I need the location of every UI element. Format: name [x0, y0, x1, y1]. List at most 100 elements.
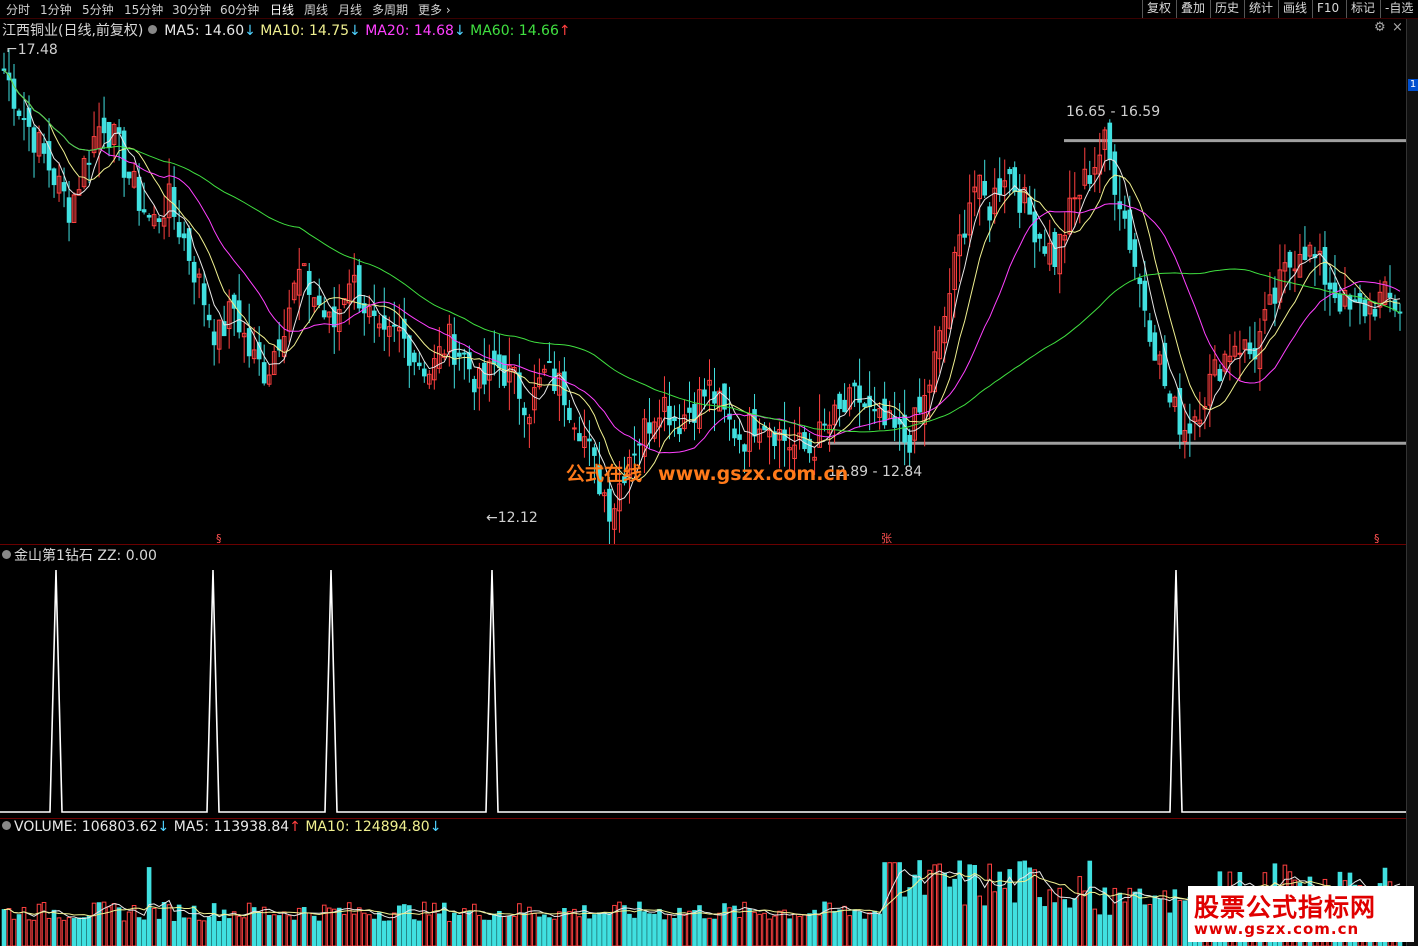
volume-bar — [1107, 914, 1113, 946]
candle — [732, 428, 737, 439]
volume-bar — [712, 918, 717, 946]
right-scrollbar[interactable]: 1 — [1406, 19, 1418, 946]
volume-bar — [747, 908, 752, 946]
volume-bar — [567, 911, 572, 946]
volume-bar — [66, 917, 72, 946]
volume-bar — [1102, 887, 1108, 946]
zz-value: 0.00 — [125, 548, 157, 564]
volume-bar — [607, 913, 612, 946]
period-tab-more[interactable]: 更多 › — [418, 1, 451, 18]
volume-bar — [211, 903, 217, 946]
tool-f10-button[interactable]: F10 — [1312, 0, 1343, 18]
signal-title: 金山第1钻石 — [14, 548, 93, 564]
volume-bar — [271, 914, 277, 946]
candle — [101, 117, 107, 134]
period-tab-multi[interactable]: 多周期 — [372, 1, 408, 18]
volume-bar — [181, 917, 187, 946]
settings-circle-icon[interactable] — [2, 821, 11, 830]
ma60-label: MA60: — [470, 23, 515, 39]
candle — [1187, 423, 1193, 434]
tool-watchlist-button[interactable]: -自选 — [1380, 0, 1417, 18]
candle — [667, 405, 672, 426]
candle — [1287, 251, 1293, 268]
tool-mark-button[interactable]: 标记 — [1346, 0, 1379, 18]
tool-draw-button[interactable]: 画线 — [1278, 0, 1311, 18]
site-logo: 股票公式指标网 www.gszx.com.cn — [1188, 886, 1414, 942]
volume-bar — [757, 913, 762, 946]
volume-bar — [381, 920, 387, 946]
volume-bar — [537, 916, 542, 946]
volume-bar — [737, 917, 742, 946]
candle — [411, 352, 417, 363]
volume-bar — [61, 919, 67, 946]
volume-bar — [1042, 906, 1048, 946]
candle — [1042, 246, 1048, 254]
candle — [31, 127, 37, 153]
volume-bar — [717, 912, 722, 946]
panel-settings-icon[interactable]: ⚙ — [1374, 20, 1386, 35]
candle — [316, 295, 322, 306]
volume-bar — [962, 904, 967, 946]
volume-bar — [977, 895, 982, 946]
period-tab-5min[interactable]: 5分钟 — [82, 1, 114, 18]
tool-history-button[interactable]: 历史 — [1210, 0, 1243, 18]
volume-bar — [1, 909, 7, 946]
settings-circle-icon[interactable] — [147, 25, 157, 34]
volume-bar — [702, 918, 707, 946]
tool-overlay-button[interactable]: 叠加 — [1176, 0, 1209, 18]
candle — [917, 396, 922, 413]
settings-circle-icon[interactable] — [2, 550, 11, 559]
period-tab-monthly[interactable]: 月线 — [338, 1, 362, 18]
event-marker: 张 — [881, 532, 892, 544]
volume-bar — [216, 920, 222, 946]
volume-bar — [577, 916, 582, 946]
candle — [1217, 368, 1223, 381]
candle — [1017, 188, 1023, 213]
volume-bar — [76, 917, 82, 946]
candle — [1112, 151, 1118, 195]
period-tab-15min[interactable]: 15分钟 — [124, 1, 163, 18]
volume-bar — [136, 917, 142, 946]
volume-bar — [687, 910, 692, 946]
volume-bar — [467, 911, 472, 946]
volume-bar — [982, 905, 988, 946]
candle — [987, 206, 993, 221]
period-tab-60min[interactable]: 60分钟 — [220, 1, 259, 18]
period-tab-weekly[interactable]: 周线 — [304, 1, 328, 18]
candle — [181, 233, 187, 239]
watermark: 公式在线 www.gszx.com.cn — [566, 463, 849, 485]
volume-bar — [336, 907, 342, 946]
volume-bar — [512, 915, 517, 946]
volume-bar — [1177, 899, 1183, 946]
candle — [61, 182, 67, 192]
period-tab-daily[interactable]: 日线 — [270, 1, 294, 18]
candle — [1362, 299, 1368, 317]
signal-chart[interactable] — [0, 563, 1406, 818]
volume-bar — [642, 911, 647, 946]
volume-bar — [547, 917, 552, 946]
volume-bar — [1012, 902, 1018, 946]
volume-bar — [817, 914, 822, 946]
candle — [577, 433, 582, 442]
candle — [1332, 282, 1338, 299]
candle — [1007, 168, 1013, 175]
volume-bar — [432, 902, 437, 946]
volume-bar — [361, 912, 367, 946]
stock-title: 江西铜业(日线,前复权) — [2, 23, 144, 39]
volume-bar — [1112, 887, 1118, 946]
candle — [236, 300, 242, 333]
candle — [121, 130, 127, 178]
volume-bar — [552, 918, 557, 946]
candle — [997, 178, 1003, 195]
close-icon[interactable]: × — [1392, 20, 1403, 35]
tool-stats-button[interactable]: 统计 — [1244, 0, 1277, 18]
period-tab-fenshi[interactable]: 分时 — [6, 1, 30, 18]
volume-bar — [842, 905, 847, 946]
period-tab-1min[interactable]: 1分钟 — [40, 1, 72, 18]
candle — [607, 488, 612, 522]
ma10-value: 14.75 — [308, 23, 350, 39]
tool-fuquan-button[interactable]: 复权 — [1142, 0, 1175, 18]
period-tab-30min[interactable]: 30分钟 — [172, 1, 211, 18]
candle — [1372, 308, 1378, 317]
volume-bar — [662, 919, 667, 946]
